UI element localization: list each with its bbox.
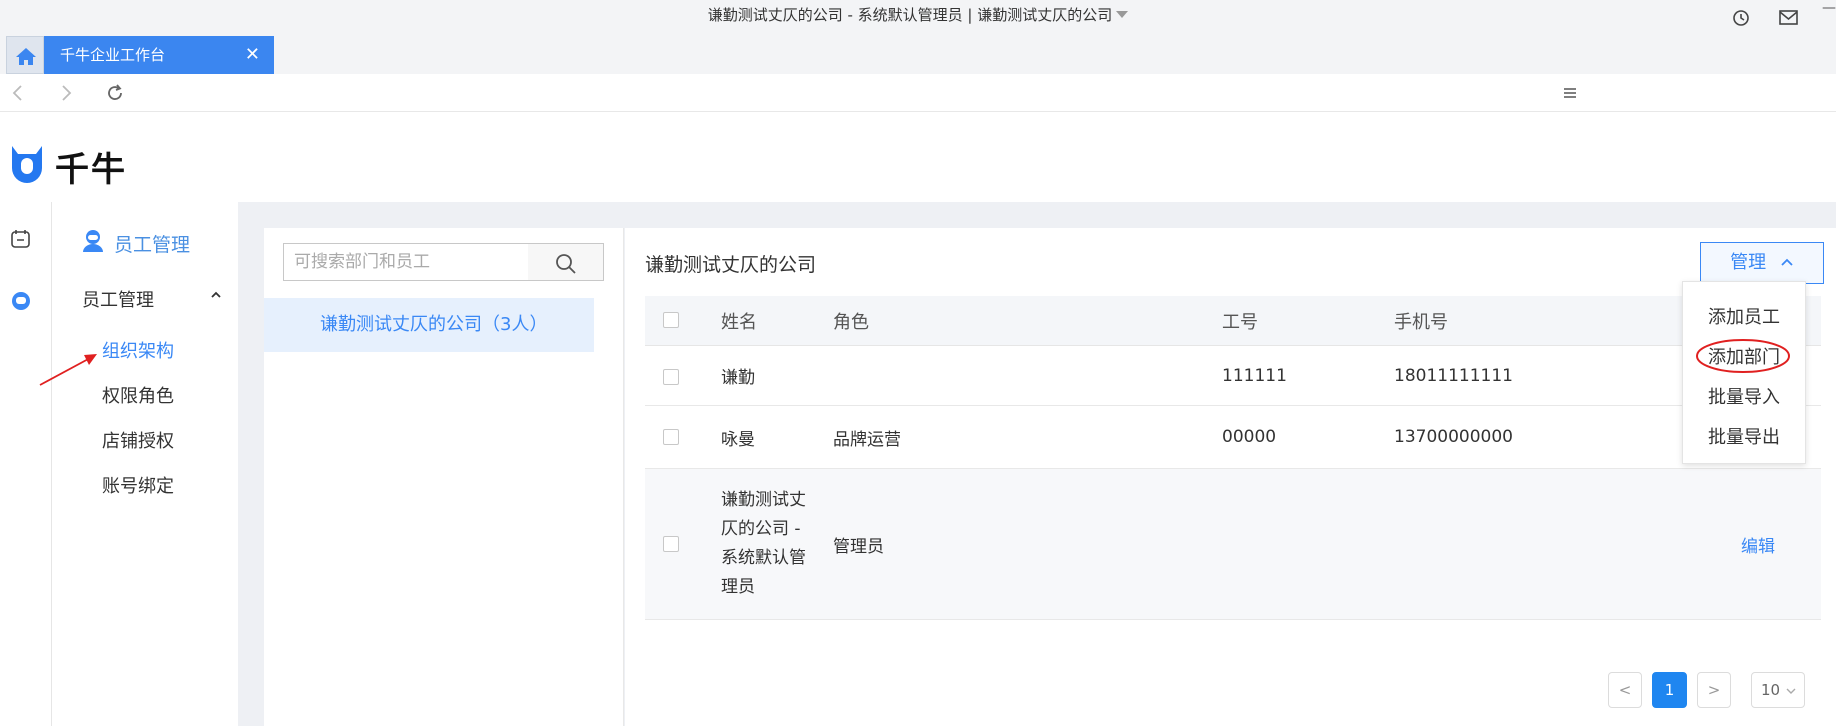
forward-icon[interactable] — [56, 83, 76, 103]
menu-icon[interactable] — [1562, 85, 1578, 101]
window-title-bar: 谦勤测试丈仄的公司 - 系统默认管理员 | 谦勤测试丈仄的公司 — — [0, 0, 1836, 36]
workbench-icon[interactable] — [10, 228, 32, 250]
department-panel: 谦勤测试丈仄的公司（3人） — [264, 228, 624, 726]
column-header-phone[interactable]: 手机号 — [1394, 296, 1448, 345]
home-icon — [16, 48, 36, 65]
window-title[interactable]: 谦勤测试丈仄的公司 - 系统默认管理员 | 谦勤测试丈仄的公司 — [0, 4, 1836, 25]
search-icon — [556, 254, 576, 274]
page-size-select[interactable]: 10 — [1751, 672, 1805, 708]
row-checkbox[interactable] — [663, 429, 679, 445]
tab-label: 千牛企业工作台 — [60, 46, 166, 64]
refresh-icon[interactable] — [105, 83, 125, 103]
next-page-button[interactable]: > — [1697, 672, 1731, 708]
row-checkbox[interactable] — [663, 536, 679, 552]
menu-item-batch-export[interactable]: 批量导出 — [1683, 423, 1805, 449]
app-logo-text: 千牛 — [55, 150, 127, 190]
column-header-role[interactable]: 角色 — [833, 296, 869, 345]
home-tab[interactable] — [6, 36, 44, 74]
chevron-down-icon — [1786, 688, 1796, 694]
company-title: 谦勤测试丈仄的公司 — [645, 254, 817, 276]
manage-dropdown-menu: 添加员工 添加部门 批量导入 批量导出 — [1682, 281, 1806, 464]
browser-nav-bar — [0, 74, 1836, 112]
column-header-name[interactable]: 姓名 — [721, 296, 757, 345]
clock-icon[interactable] — [1731, 8, 1751, 28]
chevron-up-icon — [1781, 258, 1793, 266]
tab-workbench[interactable]: 千牛企业工作台 ✕ — [44, 36, 274, 74]
row-name: 谦勤测试丈仄的公司 - 系统默认管理员 — [721, 490, 806, 597]
staff-panel: 谦勤测试丈仄的公司 管理 姓名 角色 工号 手机号 谦勤 111111 1801… — [625, 228, 1836, 726]
prev-page-button[interactable]: < — [1608, 672, 1642, 708]
chevron-up-icon[interactable] — [210, 290, 222, 300]
side-nav-group-staff[interactable]: 员工管理 — [82, 286, 154, 312]
row-role: 管理员 — [833, 536, 884, 557]
minimize-button[interactable]: — — [1822, 0, 1836, 16]
select-all-checkbox[interactable] — [663, 312, 679, 328]
user-icon — [83, 230, 103, 252]
row-role: 品牌运营 — [833, 429, 901, 450]
column-header-id[interactable]: 工号 — [1222, 296, 1258, 345]
row-checkbox[interactable] — [663, 369, 679, 385]
search-button[interactable] — [528, 243, 604, 281]
annotation-circle — [1696, 339, 1790, 373]
row-phone: 18011111111 — [1394, 365, 1513, 386]
row-name: 谦勤 — [721, 368, 755, 388]
row-id: 111111 — [1222, 365, 1287, 386]
row-name: 咏曼 — [721, 429, 755, 450]
page-1-button[interactable]: 1 — [1652, 672, 1687, 708]
menu-item-batch-import[interactable]: 批量导入 — [1683, 383, 1805, 409]
title-dropdown-icon[interactable] — [1116, 11, 1129, 18]
manage-button-label: 管理 — [1730, 252, 1767, 273]
menu-item-add-employee[interactable]: 添加员工 — [1683, 303, 1805, 329]
sidebar-item-roles[interactable]: 权限角色 — [102, 382, 174, 408]
row-phone: 13700000000 — [1394, 427, 1513, 447]
sidebar-item-org-structure[interactable]: 组织架构 — [102, 337, 174, 363]
dept-tree-item[interactable]: 谦勤测试丈仄的公司（3人） — [264, 298, 594, 352]
icon-rail — [0, 202, 52, 726]
sidebar-item-shop-auth[interactable]: 店铺授权 — [102, 427, 174, 453]
side-nav-title: 员工管理 — [114, 234, 191, 256]
table-header: 姓名 角色 工号 手机号 — [645, 296, 1821, 346]
row-id: 00000 — [1222, 427, 1277, 447]
close-tab-icon[interactable]: ✕ — [245, 36, 260, 74]
staff-icon[interactable] — [10, 290, 32, 312]
side-nav: 员工管理 员工管理 组织架构 权限角色 店铺授权 账号绑定 — [52, 202, 238, 726]
annotation-arrow — [39, 354, 97, 386]
search-input[interactable] — [283, 243, 529, 281]
qianniu-logo-icon — [12, 146, 42, 183]
table-row[interactable]: 咏曼 品牌运营 00000 13700000000 — [645, 406, 1821, 469]
page-size-value: 10 — [1761, 681, 1781, 699]
back-icon[interactable] — [8, 83, 28, 103]
tab-bar: 千牛企业工作台 ✕ — [0, 36, 1836, 74]
manage-button[interactable]: 管理 — [1700, 242, 1824, 284]
edit-link[interactable]: 编辑 — [1741, 469, 1775, 619]
table-row[interactable]: 谦勤测试丈仄的公司 - 系统默认管理员 管理员 编辑 — [645, 469, 1821, 620]
table-row[interactable]: 谦勤 111111 18011111111 — [645, 346, 1821, 406]
sidebar-item-account-binding[interactable]: 账号绑定 — [102, 472, 174, 498]
mail-icon[interactable] — [1778, 9, 1800, 27]
app-header: 千牛 — [0, 126, 1836, 202]
